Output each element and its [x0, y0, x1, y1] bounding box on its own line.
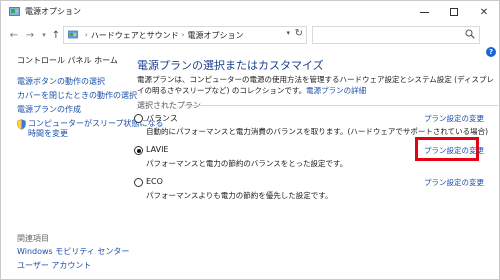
plan-item-eco: ECO パフォーマンスよりも電力の節約を優先した設定です。 プラン設定の変更 [134, 177, 498, 203]
related-link-user-accounts[interactable]: ユーザー アカウント [17, 261, 91, 271]
change-plan-settings-link[interactable]: プラン設定の変更 [424, 177, 484, 188]
arrow-left-icon: ← [9, 29, 19, 41]
chevron-down-icon: ▾ [42, 31, 46, 39]
maximize-button[interactable] [439, 1, 469, 23]
plan-radio-eco[interactable] [134, 178, 143, 187]
address-dropdown-icon[interactable]: ▾ [286, 29, 290, 37]
plan-description: 自動的にパフォーマンスと電力消費のバランスを取ります。(ハードウェアでサポートさ… [146, 127, 489, 136]
back-button[interactable]: ← [7, 27, 21, 43]
close-icon: ✕ [479, 6, 489, 18]
change-plan-settings-link[interactable]: プラン設定の変更 [424, 113, 484, 124]
sidebar-link-lid-close[interactable]: カバーを閉じたときの動作の選択 [17, 91, 137, 101]
title-bar: 電源オプション ✕ [1, 1, 499, 23]
plan-description: パフォーマンスと電力の節約のバランスをとった設定です。 [146, 159, 348, 168]
plan-item-lavie: LAVIE パフォーマンスと電力の節約のバランスをとった設定です。 プラン設定の… [134, 137, 498, 171]
refresh-icon[interactable]: ↻ [295, 28, 303, 39]
breadcrumb-hardware-sound[interactable]: ハードウェアとサウンド [91, 30, 179, 41]
page-title: 電源プランの選択またはカスタマイズ [137, 59, 324, 72]
power-options-icon [9, 7, 20, 16]
plan-name[interactable]: バランス [146, 113, 178, 124]
plan-name[interactable]: LAVIE [146, 145, 169, 154]
close-button[interactable]: ✕ [469, 1, 499, 23]
arrow-up-icon: ↑ [51, 29, 61, 41]
description-text-line2: のコレクションです。 [231, 86, 307, 95]
control-panel-home-link[interactable]: コントロール パネル ホーム [17, 55, 118, 66]
minimize-icon [419, 11, 429, 13]
window-title: 電源オプション [25, 7, 81, 16]
up-button[interactable]: ↑ [49, 27, 63, 43]
sidebar: コントロール パネル ホーム 電源ボタンの動作の選択 カバーを閉じたときの動作の… [1, 47, 164, 279]
group-divider [184, 105, 498, 106]
plan-description: パフォーマンスよりも電力の節約を優先した設定です。 [146, 191, 333, 200]
breadcrumb-separator-icon: › [85, 31, 88, 39]
sidebar-link-create-plan[interactable]: 電源プランの作成 [17, 105, 81, 115]
power-plan-details-link[interactable]: 電源プランの詳細 [306, 86, 366, 95]
control-panel-icon [68, 30, 78, 39]
address-toolbar: ← → ▾ ↑ › ハードウェアとサウンド › 電源オプション ▾ ↻ [1, 23, 499, 47]
help-icon[interactable]: ? [486, 47, 496, 57]
page-description: 電源プランは、コンピューターの電源の使用方法を管理するハードウェア設定とシステム… [137, 74, 499, 96]
arrow-right-icon: → [25, 29, 35, 41]
plan-radio-balanced[interactable] [134, 114, 143, 123]
plan-radio-lavie[interactable] [134, 146, 143, 155]
breadcrumb-power-options[interactable]: 電源オプション [187, 30, 243, 41]
change-plan-settings-link[interactable]: プラン設定の変更 [424, 145, 484, 156]
shield-icon [17, 119, 26, 130]
sidebar-link-power-button[interactable]: 電源ボタンの動作の選択 [17, 77, 105, 87]
search-input[interactable] [312, 26, 480, 44]
maximize-icon [450, 8, 458, 16]
main-content: ? 電源プランの選択またはカスタマイズ 電源プランは、コンピューターの電源の使用… [134, 47, 498, 279]
plan-name[interactable]: ECO [146, 177, 163, 186]
forward-button[interactable]: → [23, 27, 37, 43]
breadcrumb-separator-icon: › [181, 31, 185, 39]
related-link-mobility-center[interactable]: Windows モビリティ センター [17, 247, 129, 257]
minimize-button[interactable] [409, 1, 439, 23]
plan-item-balanced: バランス 自動的にパフォーマンスと電力消費のバランスを取ります。(ハードウェアで… [134, 113, 498, 139]
search-icon [465, 29, 475, 39]
address-bar[interactable]: › ハードウェアとサウンド › 電源オプション ▾ ↻ [63, 26, 307, 44]
related-heading: 関連項目 [17, 234, 49, 243]
power-options-window: 電源オプション ✕ ← → ▾ ↑ › ハードウェアとサウンド › 電源オプショ… [0, 0, 500, 280]
